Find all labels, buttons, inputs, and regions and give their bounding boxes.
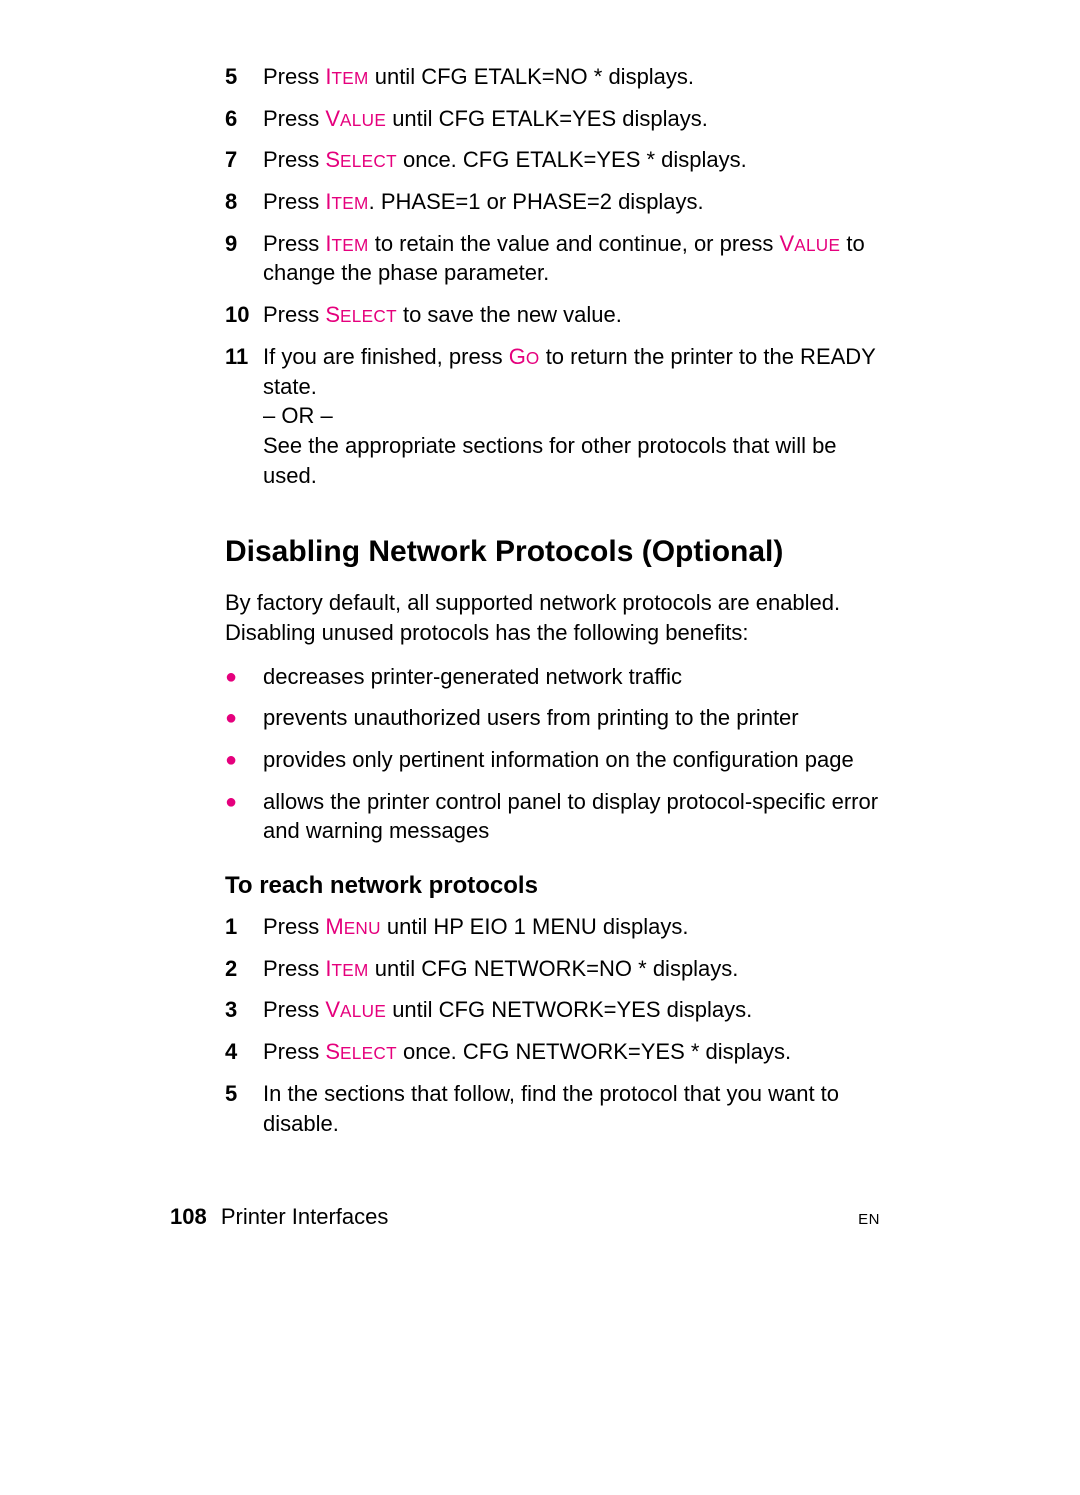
step-body: Press ITEM to retain the value and conti… [263, 229, 880, 288]
button-name: VALUE [325, 997, 386, 1022]
button-name: SELECT [325, 1039, 397, 1064]
list-item: 1 Press MENU until HP EIO 1 MENU display… [225, 912, 880, 942]
list-item: 8 Press ITEM. PHASE=1 or PHASE=2 display… [225, 187, 880, 217]
step-extra-line: See the appropriate sections for other p… [263, 431, 880, 490]
bullet-text: prevents unauthorized users from printin… [263, 703, 880, 733]
step-number: 5 [225, 1079, 263, 1109]
bullet-text: decreases printer-generated network traf… [263, 662, 880, 692]
footer-left: 108 Printer Interfaces [170, 1204, 388, 1230]
button-name: ITEM [325, 231, 368, 256]
list-item: 9 Press ITEM to retain the value and con… [225, 229, 880, 288]
button-name: VALUE [325, 106, 386, 131]
step-body: Press VALUE until CFG ETALK=YES displays… [263, 104, 880, 134]
bullet-icon: ● [225, 789, 263, 816]
step-body: Press ITEM. PHASE=1 or PHASE=2 displays. [263, 187, 880, 217]
document-page: 5 Press ITEM until CFG ETALK=NO * displa… [0, 0, 1080, 1495]
list-item: 3 Press VALUE until CFG NETWORK=YES disp… [225, 995, 880, 1025]
step-body: Press VALUE until CFG NETWORK=YES displa… [263, 995, 880, 1025]
footer-lang: EN [858, 1211, 880, 1228]
list-item: ● decreases printer-generated network tr… [225, 662, 880, 692]
list-item: 5 Press ITEM until CFG ETALK=NO * displa… [225, 62, 880, 92]
list-item: 4 Press SELECT once. CFG NETWORK=YES * d… [225, 1037, 880, 1067]
list-item: 2 Press ITEM until CFG NETWORK=NO * disp… [225, 954, 880, 984]
step-body: Press SELECT to save the new value. [263, 300, 880, 330]
steps-list-network: 1 Press MENU until HP EIO 1 MENU display… [225, 912, 880, 1138]
bullet-icon: ● [225, 664, 263, 691]
button-name: SELECT [325, 147, 397, 172]
page-number: 108 [170, 1204, 207, 1229]
step-body: In the sections that follow, find the pr… [263, 1079, 880, 1138]
button-name: GO [509, 344, 540, 369]
bullet-icon: ● [225, 705, 263, 732]
step-body: If you are finished, press GO to return … [263, 342, 880, 490]
step-number: 10 [225, 300, 263, 330]
bullet-text: allows the printer control panel to disp… [263, 787, 880, 846]
bullet-icon: ● [225, 747, 263, 774]
intro-paragraph: By factory default, all supported networ… [225, 588, 880, 647]
subsection-heading: To reach network protocols [225, 872, 880, 900]
list-item: 5 In the sections that follow, find the … [225, 1079, 880, 1138]
step-number: 8 [225, 187, 263, 217]
list-item: 7 Press SELECT once. CFG ETALK=YES * dis… [225, 145, 880, 175]
step-number: 3 [225, 995, 263, 1025]
page-footer: 108 Printer Interfaces EN [170, 1204, 880, 1230]
step-body: Press SELECT once. CFG NETWORK=YES * dis… [263, 1037, 880, 1067]
section-heading: Disabling Network Protocols (Optional) [225, 534, 880, 570]
button-name: VALUE [780, 231, 841, 256]
button-name: ITEM [325, 189, 368, 214]
list-item: ● provides only pertinent information on… [225, 745, 880, 775]
steps-list-etalk: 5 Press ITEM until CFG ETALK=NO * displa… [225, 62, 880, 490]
step-number: 6 [225, 104, 263, 134]
step-body: Press ITEM until CFG ETALK=NO * displays… [263, 62, 880, 92]
list-item: ● allows the printer control panel to di… [225, 787, 880, 846]
list-item: 10 Press SELECT to save the new value. [225, 300, 880, 330]
step-number: 9 [225, 229, 263, 259]
step-number: 4 [225, 1037, 263, 1067]
step-or-line: – OR – [263, 401, 880, 431]
button-name: SELECT [325, 302, 397, 327]
benefits-list: ● decreases printer-generated network tr… [225, 662, 880, 846]
step-number: 2 [225, 954, 263, 984]
bullet-text: provides only pertinent information on t… [263, 745, 880, 775]
step-number: 5 [225, 62, 263, 92]
step-body: Press MENU until HP EIO 1 MENU displays. [263, 912, 880, 942]
list-item: 6 Press VALUE until CFG ETALK=YES displa… [225, 104, 880, 134]
step-number: 1 [225, 912, 263, 942]
step-number: 7 [225, 145, 263, 175]
list-item: ● prevents unauthorized users from print… [225, 703, 880, 733]
step-number: 11 [225, 342, 263, 372]
button-name: ITEM [325, 64, 368, 89]
step-body: Press SELECT once. CFG ETALK=YES * displ… [263, 145, 880, 175]
button-name: MENU [325, 914, 380, 939]
chapter-title: Printer Interfaces [221, 1204, 389, 1229]
button-name: ITEM [325, 956, 368, 981]
step-body: Press ITEM until CFG NETWORK=NO * displa… [263, 954, 880, 984]
list-item: 11 If you are finished, press GO to retu… [225, 342, 880, 490]
